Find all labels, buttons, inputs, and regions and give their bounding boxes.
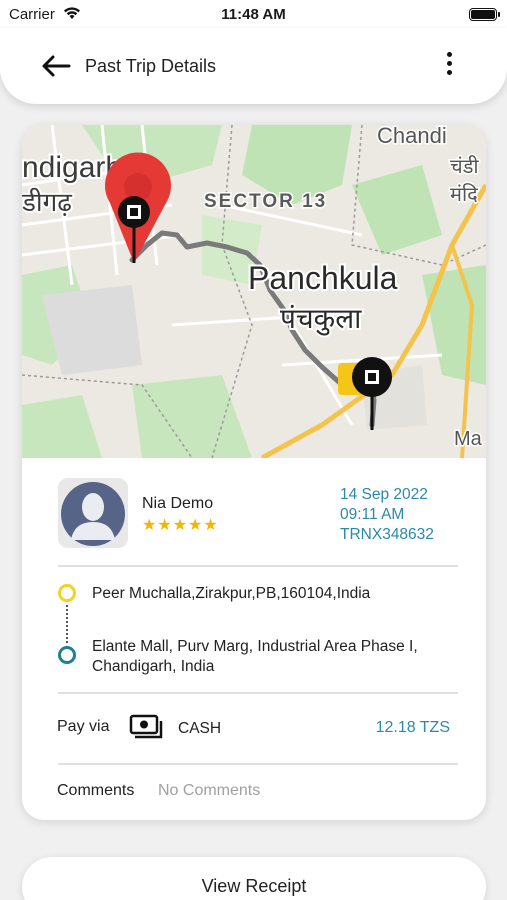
drop-marker-icon	[58, 646, 76, 664]
pickup-marker-icon	[58, 584, 76, 602]
divider	[58, 692, 458, 694]
page-title: Past Trip Details	[85, 56, 217, 76]
comments-label: Comments	[57, 782, 135, 799]
trip-details-card: ndigarh डीगढ़ SECTOR 13 Panchkula पंचकुल…	[22, 125, 486, 820]
user-placeholder-icon	[61, 482, 125, 546]
map-label-sector: SECTOR 13	[204, 191, 327, 212]
map-label-chandi-hi: चंडी	[450, 154, 479, 178]
driver-name: Nia Demo	[142, 495, 214, 512]
driver-avatar	[58, 478, 128, 548]
driver-info-row: Nia Demo ★★★★★ 14 Sep 2022 09:11 AM TRNX…	[22, 458, 486, 566]
divider	[58, 565, 458, 567]
map-label-chandigarh-hi: डीगढ़	[22, 187, 72, 218]
more-options-icon[interactable]	[440, 52, 458, 80]
map-label-mandir-hi: मंदि	[450, 182, 478, 206]
back-arrow-icon[interactable]	[40, 53, 72, 79]
drop-address: Elante Mall, Purv Marg, Industrial Area …	[92, 638, 418, 675]
map-label-ma: Ma	[454, 428, 483, 450]
map-label-panchkula-hi: पंचकुला	[280, 302, 362, 336]
transaction-id: TRNX348632	[340, 526, 434, 543]
battery-icon	[469, 8, 500, 21]
fare-amount: 12.18 TZS	[375, 719, 450, 736]
trip-time: 09:11 AM	[340, 506, 405, 523]
clock-time: 11:48 AM	[221, 6, 286, 23]
status-bar: Carrier 11:48 AM	[0, 0, 507, 30]
trip-date: 14 Sep 2022	[340, 486, 428, 503]
trip-meta: 14 Sep 2022 09:11 AM TRNX348632	[340, 485, 434, 545]
payment-method: CASH	[178, 720, 222, 737]
map-label-chandi-en: Chandi	[377, 125, 447, 148]
view-receipt-button[interactable]: View Receipt	[22, 857, 486, 900]
cash-icon	[129, 714, 163, 739]
pay-via-label: Pay via	[57, 718, 110, 735]
app-header: Past Trip Details	[0, 28, 507, 104]
divider	[58, 763, 458, 765]
comments-value: No Comments	[158, 782, 261, 799]
route-map[interactable]: ndigarh डीगढ़ SECTOR 13 Panchkula पंचकुल…	[22, 125, 486, 458]
map-label-panchkula-en: Panchkula	[248, 260, 398, 296]
pickup-address: Peer Muchalla,Zirakpur,PB,160104,India	[92, 585, 371, 602]
driver-rating-stars: ★★★★★	[142, 517, 219, 534]
route-connector	[66, 605, 68, 643]
